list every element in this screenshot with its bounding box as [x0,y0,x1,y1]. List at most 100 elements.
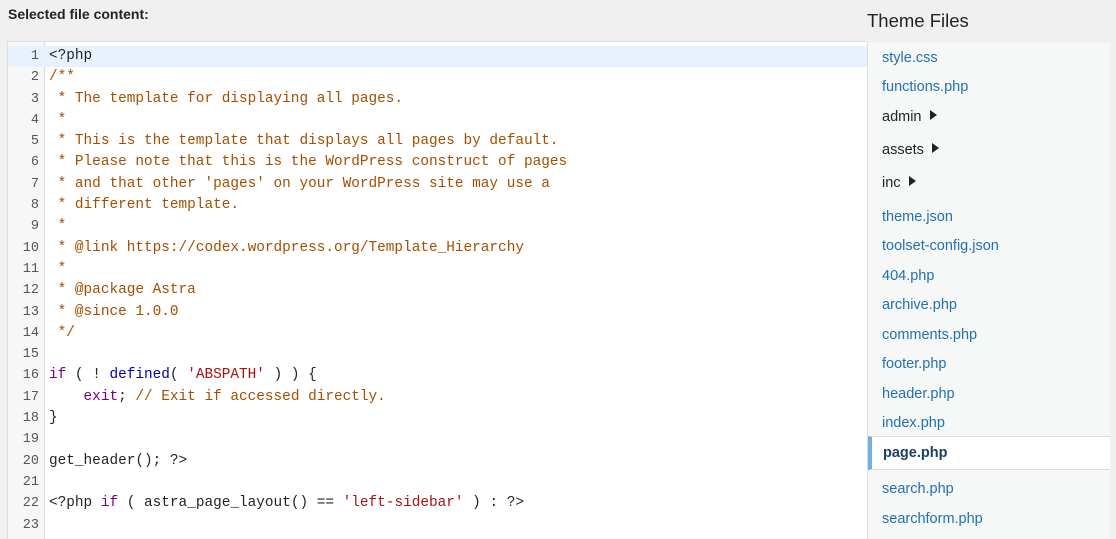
line-number: 5 [30,134,39,150]
code-token: if [49,367,67,384]
code-text: * @since 1.0.0 [49,302,179,323]
theme-folder-inc[interactable]: inc [868,168,1110,198]
code-token: <?php [49,495,101,512]
code-token: * [49,218,67,235]
expand-triangle-icon [931,143,939,153]
code-text: * @package Astra [49,280,196,301]
line-number: 8 [30,198,39,214]
theme-file-style-css[interactable]: style.css [868,43,1110,73]
code-token: * @link https://codex.wordpress.org/Temp… [49,239,524,256]
theme-files-heading: Theme Files [867,10,969,31]
code-token: 'ABSPATH' [187,367,265,384]
file-label: footer.php [882,356,947,372]
theme-file-header-php[interactable]: header.php [868,379,1110,409]
code-line[interactable]: 1 <?php [8,46,867,68]
code-token: exit [83,388,119,405]
theme-file-404-php[interactable]: 404.php [868,261,1110,291]
theme-folder-assets[interactable]: assets [868,135,1110,165]
theme-file-search-php[interactable]: search.php [868,474,1110,504]
file-label: functions.php [882,79,969,95]
code-line[interactable]: 19 [8,429,867,450]
theme-folder-admin[interactable]: admin [868,102,1110,132]
code-text: * The template for displaying all pages. [49,89,403,110]
code-line[interactable]: 16 if ( ! defined( 'ABSPATH' ) ) { [8,365,867,386]
code-token: get_header(); ?> [49,452,188,469]
expand-triangle-icon [908,176,916,186]
code-line[interactable]: 21 [8,472,867,493]
line-number: 16 [22,368,39,384]
code-line[interactable]: 14 */ [8,323,867,344]
line-number: 11 [22,261,39,277]
code-token: /** [49,69,75,86]
code-text: * @link https://codex.wordpress.org/Temp… [49,238,524,259]
line-number: 7 [30,176,39,192]
code-token: // Exit if accessed directly. [135,388,386,405]
theme-file-functions-php[interactable]: functions.php [868,72,1110,102]
code-editor[interactable]: 1 <?php 2 /** 3 * The template for displayin… [7,41,867,539]
line-number: 15 [22,347,39,363]
code-token: * @package Astra [49,282,196,299]
line-number: 1 [8,46,39,68]
code-line[interactable]: 7 * and that other 'pages' on your WordP… [8,174,867,195]
file-label: assets [882,142,924,158]
theme-file-theme-json[interactable]: theme.json [868,202,1110,232]
code-line[interactable]: 15 [8,344,867,365]
file-label: archive.php [882,297,957,313]
code-token: * [49,111,67,128]
file-label: theme.json [882,209,953,225]
code-line[interactable]: 8 * different template. [8,195,867,216]
code-token: } [49,410,58,427]
line-number: 22 [22,496,39,512]
code-line[interactable]: 3 * The template for displaying all page… [8,89,867,110]
file-label: page.php [883,445,948,461]
theme-file-searchform-php[interactable]: searchform.php [868,504,1110,534]
code-line[interactable]: 17 exit; // Exit if accessed directly. [8,387,867,408]
code-token: ( ! [66,367,110,384]
code-text: * [49,259,67,280]
code-line[interactable]: 12 * @package Astra [8,280,867,301]
code-line[interactable]: 6 * Please note that this is the WordPre… [8,152,867,173]
file-label: style.css [882,50,938,66]
line-number: 4 [30,112,39,128]
code-line[interactable]: 9 * [8,216,867,237]
code-token: ; [118,388,136,405]
file-label: inc [882,175,901,191]
theme-file-index-php[interactable]: index.php [868,408,1110,438]
code-line[interactable]: 11 * [8,259,867,280]
line-number: 2 [30,70,39,86]
code-line[interactable]: 5 * This is the template that displays a… [8,131,867,152]
theme-file-comments-php[interactable]: comments.php [868,320,1110,350]
code-text: * [49,216,67,237]
code-line[interactable]: 22 <?php if ( astra_page_layout() == 'lef… [8,493,867,514]
code-line[interactable]: 13 * @since 1.0.0 [8,302,867,323]
code-line[interactable]: 2 /** [8,67,867,88]
theme-file-page-php[interactable]: page.php [868,436,1110,470]
line-number: 17 [22,389,39,405]
theme-file-toolset-config-json[interactable]: toolset-config.json [868,231,1110,261]
code-text: <?php if ( astra_page_layout() == 'left-… [49,493,524,514]
code-token: * different template. [49,197,239,214]
file-label: index.php [882,415,945,431]
code-line[interactable]: 4 * [8,110,867,131]
code-line[interactable]: 18} [8,408,867,429]
code-line[interactable]: 20 get_header(); ?> [8,451,867,472]
file-label: 404.php [882,268,935,284]
line-number: 20 [22,453,39,469]
line-number: 14 [22,325,39,341]
code-text: * Please note that this is the WordPress… [49,152,568,173]
code-text: */ [49,323,75,344]
line-number: 12 [22,283,39,299]
code-token: ( [169,367,188,384]
code-line[interactable]: 10 * @link https://codex.wordpress.org/T… [8,238,867,259]
theme-file-archive-php[interactable]: archive.php [868,290,1110,320]
code-token: */ [49,324,75,341]
code-text: * different template. [49,195,239,216]
expand-triangle-icon [929,110,937,120]
file-label: search.php [882,481,954,497]
code-token: ) : ?> [463,495,524,512]
code-line[interactable]: 23 [8,515,867,536]
theme-file-footer-php[interactable]: footer.php [868,349,1110,379]
code-text: * [49,110,67,131]
line-number: 19 [22,432,39,448]
